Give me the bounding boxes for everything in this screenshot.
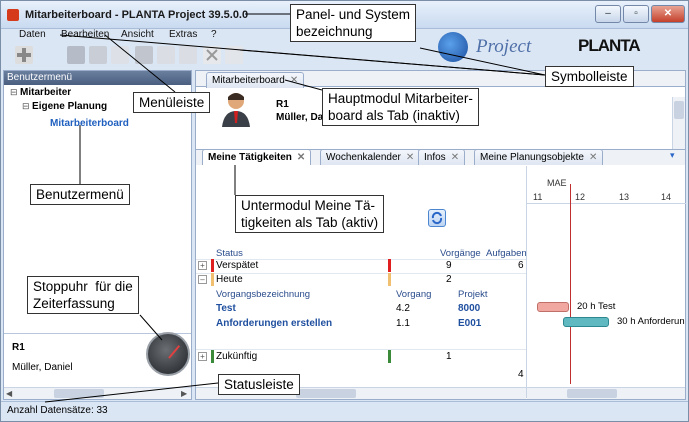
callout-stoppuhr: Stoppuhr für die Zeiterfassung bbox=[27, 276, 139, 314]
callout-statusleiste: Statusleiste bbox=[218, 374, 300, 395]
callout-text: Untermodul Meine Tä- tigkeiten als Tab (… bbox=[241, 198, 379, 230]
callout-text: Symbolleiste bbox=[551, 69, 628, 84]
callout-panel-bezeichnung: Panel- und System bezeichnung bbox=[290, 4, 417, 42]
callout-menuleiste: Menüleiste bbox=[133, 92, 211, 113]
callout-text: Stoppuhr für die Zeiterfassung bbox=[33, 279, 133, 311]
callout-text: Benutzermenü bbox=[36, 187, 124, 202]
callout-hauptmodul: Hauptmodul Mitarbeiter- board als Tab (i… bbox=[322, 88, 479, 126]
callout-text: Menüleiste bbox=[139, 95, 205, 110]
callout-text: Panel- und System bezeichnung bbox=[296, 7, 411, 39]
callout-untermodul: Untermodul Meine Tä- tigkeiten als Tab (… bbox=[235, 195, 385, 233]
callout-text: Hauptmodul Mitarbeiter- board als Tab (i… bbox=[328, 91, 473, 123]
callout-benutzermenu: Benutzermenü bbox=[30, 184, 130, 205]
callout-text: Statusleiste bbox=[224, 377, 294, 392]
callout-symbolleiste: Symbolleiste bbox=[545, 66, 634, 87]
